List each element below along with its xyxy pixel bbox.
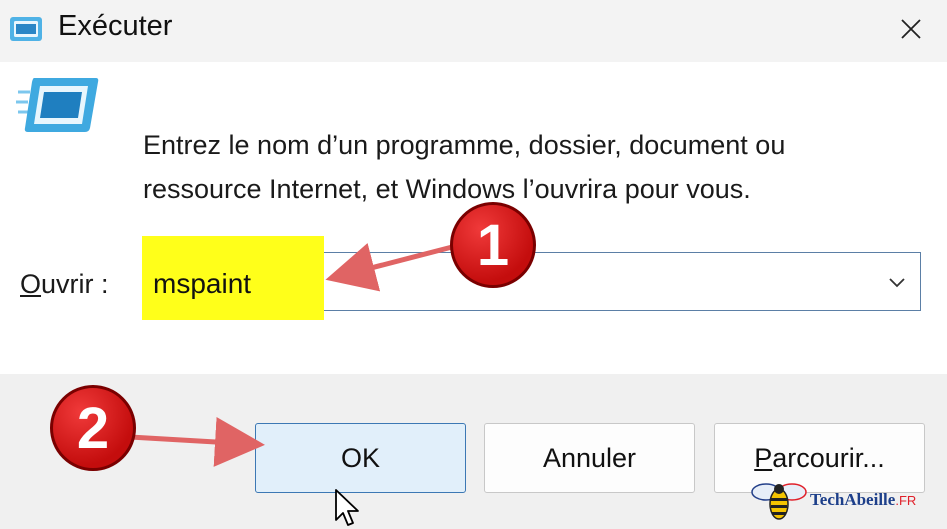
cancel-button-label: Annuler [542, 442, 637, 473]
ok-button[interactable]: OK [255, 423, 466, 493]
mouse-cursor-icon [335, 489, 359, 526]
run-dialog-icon [16, 78, 99, 132]
chevron-down-icon[interactable] [884, 272, 910, 292]
watermark: TechAbeille .FR [750, 477, 940, 523]
bee-logo-icon [751, 483, 807, 520]
close-button[interactable] [880, 6, 942, 52]
description-line-1: Entrez le nom d’un programme, dossier, d… [143, 130, 786, 160]
browse-button-label: arcourir... [772, 442, 885, 473]
title-bar: Exécuter [0, 0, 947, 62]
open-label-text: uvrir : [41, 269, 109, 299]
description-line-2: ressource Internet, et Windows l’ouvrira… [143, 174, 751, 204]
cancel-button[interactable]: Annuler [484, 423, 695, 493]
close-icon [901, 19, 921, 39]
open-label: Ouvrir : [20, 269, 109, 300]
watermark-tld: .FR [895, 492, 917, 508]
ok-button-label: OK [340, 442, 380, 473]
watermark-name: TechAbeille [810, 490, 896, 509]
dialog-description: Entrez le nom d’un programme, dossier, d… [143, 123, 903, 211]
open-label-accelerator: O [20, 269, 42, 299]
run-icon [10, 17, 42, 41]
browse-button-accelerator: P [754, 442, 773, 473]
step-1-badge: 1 [450, 202, 536, 288]
step-2-badge: 2 [50, 385, 136, 471]
window-title: Exécuter [58, 10, 173, 42]
